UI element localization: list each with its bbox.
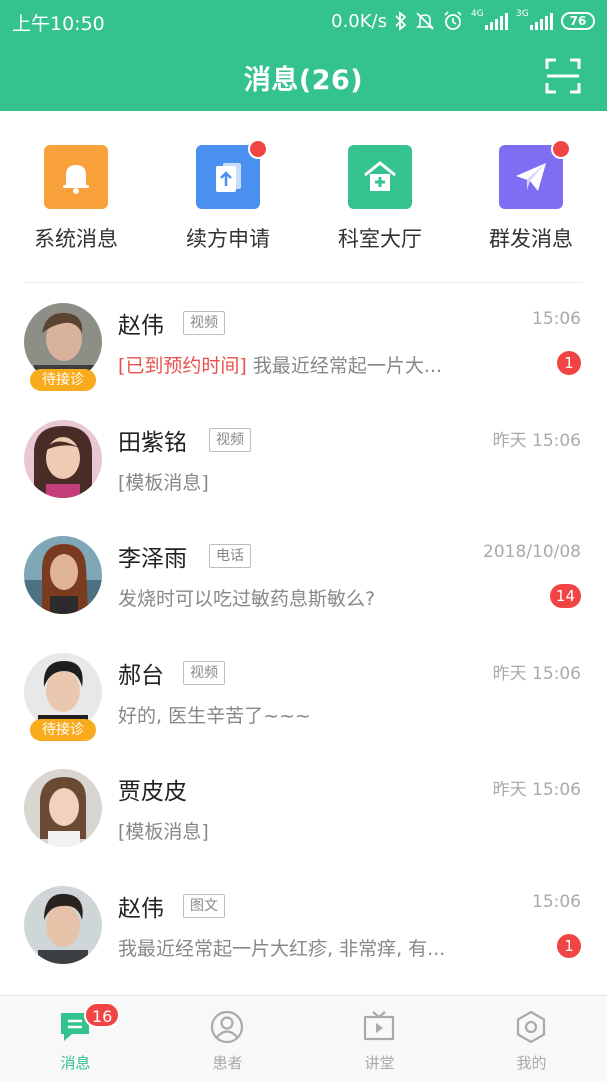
message-preview: [模板消息] bbox=[118, 821, 209, 843]
pending-consult-tag: 待接诊 bbox=[30, 369, 96, 391]
quick-label: 科室大厅 bbox=[338, 227, 422, 251]
avatar bbox=[24, 419, 102, 498]
quick-department-hall[interactable]: 科室大厅 bbox=[310, 145, 450, 253]
message-preview: [模板消息] bbox=[118, 471, 209, 494]
send-icon bbox=[516, 163, 546, 191]
message-preview: 发烧时可以吃过敏药息斯敏么? bbox=[118, 588, 376, 610]
tab-label: 我的 bbox=[516, 1054, 547, 1072]
message-row[interactable]: 贾皮皮 昨天 15:06 [模板消息] bbox=[0, 755, 607, 872]
status-time: 上午10:50 bbox=[12, 13, 105, 35]
unread-badge: 1 bbox=[557, 351, 581, 375]
department-tile bbox=[348, 145, 412, 209]
top-bar: 上午10:50 0.0K/s 4G 3G 76 消息(26) bbox=[0, 0, 607, 111]
scan-icon[interactable] bbox=[545, 58, 581, 94]
quick-label: 系统消息 bbox=[34, 227, 118, 251]
avatar bbox=[24, 536, 102, 614]
contact-name: 田紫铭 bbox=[118, 429, 187, 456]
unread-badge: 14 bbox=[549, 584, 581, 608]
notification-dot bbox=[248, 139, 268, 159]
message-time: 昨天 15:06 bbox=[492, 663, 581, 684]
tab-unread-badge: 16 bbox=[84, 1002, 121, 1028]
consult-type-tag: 电话 bbox=[209, 544, 251, 568]
message-row[interactable]: 赵伟 图文 15:06 我最近经常起一片大红疹, 非常痒, 有... 1 bbox=[0, 872, 607, 989]
message-preview: 我最近经常起一片大红疹, 非常痒, 有... bbox=[118, 937, 446, 960]
message-time: 昨天 15:06 bbox=[492, 430, 581, 451]
pending-consult-tag: 待接诊 bbox=[30, 718, 96, 741]
consult-type-tag: 图文 bbox=[183, 893, 225, 918]
hospital-icon bbox=[364, 161, 396, 191]
upload-doc-icon bbox=[216, 163, 241, 192]
status-bar: 上午10:50 0.0K/s 4G 3G 76 bbox=[0, 0, 607, 42]
tab-mine[interactable]: 我的 bbox=[456, 996, 607, 1081]
tab-patients[interactable]: 患者 bbox=[152, 996, 303, 1081]
network-speed: 0.0K/s bbox=[331, 10, 387, 32]
battery-icon: 76 bbox=[561, 12, 595, 30]
quick-system-messages[interactable]: 系统消息 bbox=[6, 145, 146, 253]
user-circle-icon bbox=[210, 1010, 244, 1044]
message-row[interactable]: 待接诊 赵伟 视频 15:06 [已到预约时间] 我最近经常起一片大... 1 bbox=[0, 289, 607, 406]
message-row[interactable]: 待接诊 郝台 视频 昨天 15:06 好的, 医生辛苦了~~~ bbox=[0, 639, 607, 756]
message-time: 2018/10/08 bbox=[483, 542, 581, 562]
preview-text: 我最近经常起一片大... bbox=[246, 355, 442, 377]
quick-label: 群发消息 bbox=[489, 227, 573, 251]
message-row[interactable]: 李泽雨 电话 2018/10/08 发烧时可以吃过敏药息斯敏么? 14 bbox=[0, 522, 607, 639]
video-lecture-icon bbox=[363, 1011, 395, 1041]
message-time: 昨天 15:06 bbox=[492, 780, 581, 800]
unread-badge: 1 bbox=[557, 933, 581, 958]
quick-entry-grid: 系统消息 续方申请 科室大厅 群发消息 bbox=[0, 111, 607, 283]
message-preview: [已到预约时间] 我最近经常起一片大... bbox=[118, 351, 513, 378]
hexagon-settings-icon bbox=[516, 1010, 546, 1044]
renewal-tile bbox=[196, 139, 268, 209]
consult-type-tag: 视频 bbox=[183, 311, 225, 335]
quick-label: 续方申请 bbox=[186, 227, 270, 251]
net-label-1: 4G bbox=[471, 9, 484, 19]
alarm-icon bbox=[444, 11, 462, 30]
avatar bbox=[24, 885, 102, 964]
contact-name: 李泽雨 bbox=[118, 546, 187, 572]
tab-label: 讲堂 bbox=[364, 1054, 395, 1072]
tab-label: 消息 bbox=[60, 1054, 91, 1072]
contact-name: 贾皮皮 bbox=[118, 779, 187, 805]
tab-messages[interactable]: 16 消息 bbox=[0, 996, 151, 1081]
quick-group-messages[interactable]: 群发消息 bbox=[461, 139, 601, 253]
message-time: 15:06 bbox=[532, 309, 581, 329]
contact-name: 郝台 bbox=[118, 662, 164, 689]
bottom-tab-bar: 16 消息 患者 讲堂 我的 bbox=[0, 995, 607, 1081]
section-divider bbox=[24, 282, 583, 283]
avatar bbox=[24, 769, 102, 847]
signal-3g-icon: 3G bbox=[516, 9, 553, 30]
message-time: 15:06 bbox=[532, 891, 581, 912]
page-title: 消息(26) bbox=[243, 65, 364, 96]
quick-renewal-request[interactable]: 续方申请 bbox=[158, 139, 298, 253]
appointment-alert: [已到预约时间] bbox=[118, 355, 247, 377]
tab-label: 患者 bbox=[212, 1054, 243, 1072]
message-list: 待接诊 赵伟 视频 15:06 [已到预约时间] 我最近经常起一片大... 1 … bbox=[0, 289, 607, 988]
signal-4g-icon: 4G bbox=[471, 9, 508, 30]
bluetooth-icon bbox=[395, 11, 407, 31]
net-label-2: 3G bbox=[516, 9, 529, 19]
message-row[interactable]: 田紫铭 视频 昨天 15:06 [模板消息] bbox=[0, 406, 607, 523]
group-message-tile bbox=[499, 139, 571, 209]
mute-icon bbox=[416, 12, 434, 30]
contact-name: 赵伟 bbox=[118, 313, 164, 339]
tab-lecture[interactable]: 讲堂 bbox=[304, 996, 455, 1081]
consult-type-tag: 视频 bbox=[209, 427, 251, 452]
notification-dot bbox=[551, 139, 571, 159]
contact-name: 赵伟 bbox=[118, 895, 164, 922]
status-indicators: 0.0K/s 4G 3G 76 bbox=[331, 8, 595, 34]
consult-type-tag: 视频 bbox=[183, 660, 225, 685]
system-message-tile bbox=[44, 145, 108, 209]
bell-icon bbox=[63, 165, 89, 194]
message-preview: 好的, 医生辛苦了~~~ bbox=[118, 704, 311, 727]
